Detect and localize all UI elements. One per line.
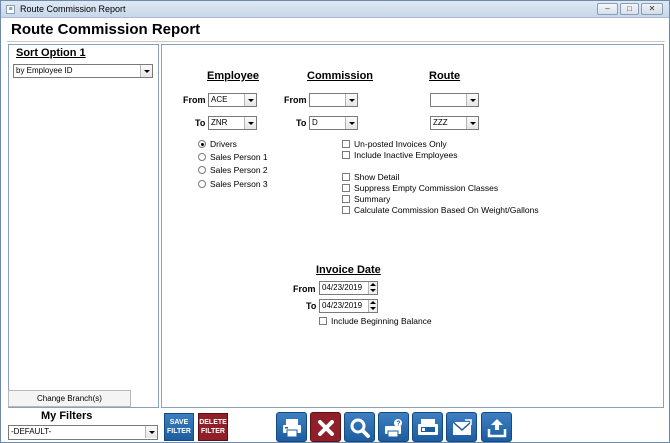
email-icon: [452, 419, 472, 435]
checkbox[interactable]: [342, 206, 350, 214]
chevron-down-icon[interactable]: [345, 94, 357, 106]
close-window-button[interactable]: ✕: [641, 3, 663, 15]
title-bar: ≡ Route Commission Report – □ ✕: [1, 1, 669, 18]
checkbox-label: Calculate Commission Based On Weight/Gal…: [354, 205, 539, 215]
export-icon: [487, 419, 507, 438]
route-to-value: ZZZ: [433, 118, 448, 127]
checkbox[interactable]: [342, 140, 350, 148]
radio-button[interactable]: [198, 180, 206, 188]
radio-button[interactable]: [198, 153, 206, 161]
cancel-button[interactable]: [310, 412, 341, 442]
email-button[interactable]: [446, 412, 477, 442]
print-setup-button[interactable]: ?: [378, 412, 409, 442]
invoice-to-label: To: [306, 301, 317, 311]
preview-button[interactable]: [344, 412, 375, 442]
checkbox-label: Suppress Empty Commission Classes: [354, 183, 499, 193]
fax-icon: [418, 419, 438, 435]
sort-option-select[interactable]: by Employee ID: [13, 64, 153, 78]
employee-from-value: ACE: [211, 95, 228, 104]
chevron-down-icon[interactable]: [140, 65, 152, 77]
commission-from-label: From: [284, 95, 307, 105]
svg-text:?: ?: [396, 421, 400, 428]
chevron-down-icon[interactable]: [466, 94, 478, 106]
sort-option-value: by Employee ID: [16, 66, 73, 75]
print-button[interactable]: [276, 412, 307, 442]
my-filters-select[interactable]: -DEFAULT-: [8, 425, 158, 440]
app-menu-icon[interactable]: ≡: [6, 5, 15, 14]
sort-option-title: Sort Option 1: [16, 47, 86, 59]
chevron-down-icon[interactable]: [345, 117, 357, 129]
search-icon: [350, 418, 370, 438]
date-spinner[interactable]: [368, 282, 377, 294]
radio-button[interactable]: [198, 140, 206, 148]
chevron-down-icon[interactable]: [244, 117, 256, 129]
date-spinner[interactable]: [368, 300, 377, 312]
print-preview-icon: ?: [385, 419, 402, 438]
my-filters-value: -DEFAULT-: [11, 427, 52, 436]
checkbox[interactable]: [342, 151, 350, 159]
close-icon: [318, 420, 334, 436]
chevron-down-icon[interactable]: [244, 94, 256, 106]
invoice-from-value: 04/23/2019: [322, 283, 363, 292]
employee-to-select[interactable]: ZNR: [208, 116, 257, 130]
invoice-to-value: 04/23/2019: [322, 301, 363, 310]
invoice-to-date[interactable]: 04/23/2019: [319, 299, 378, 313]
criteria-panel: Employee From ACE To ZNR Drivers Sales P…: [161, 44, 664, 408]
header-divider: [7, 41, 665, 42]
maximize-button[interactable]: □: [620, 3, 639, 15]
commission-title: Commission: [307, 70, 374, 82]
route-from-select[interactable]: [430, 93, 479, 107]
checkbox[interactable]: [342, 195, 350, 203]
checkbox-label: Summary: [354, 194, 391, 204]
radio-label: Drivers: [210, 139, 237, 149]
commission-to-select[interactable]: D: [309, 116, 358, 130]
employee-from-select[interactable]: ACE: [208, 93, 257, 107]
invoice-from-date[interactable]: 04/23/2019: [319, 281, 378, 295]
report-window: ≡ Route Commission Report – □ ✕ Route Co…: [0, 0, 670, 443]
delete-filter-label-1: DELETE: [199, 419, 227, 426]
radio-label: Sales Person 1: [210, 152, 268, 162]
checkbox-label: Include Beginning Balance: [331, 316, 432, 326]
commission-from-select[interactable]: [309, 93, 358, 107]
checkbox-label: Show Detail: [354, 172, 400, 182]
delete-filter-button[interactable]: DELETE FILTER: [198, 413, 228, 441]
save-filter-label-2: FILTER: [167, 428, 191, 435]
checkbox[interactable]: [319, 317, 327, 325]
radio-label: Sales Person 3: [210, 179, 268, 189]
my-filters-title: My Filters: [41, 410, 93, 422]
chevron-down-icon[interactable]: [145, 426, 157, 438]
page-title: Route Commission Report: [11, 21, 201, 38]
commission-to-label: To: [296, 118, 307, 128]
employee-to-label: To: [195, 118, 206, 128]
employee-title: Employee: [207, 70, 259, 82]
route-to-select[interactable]: ZZZ: [430, 116, 479, 130]
radio-button[interactable]: [198, 166, 206, 174]
change-branch-button[interactable]: Change Branch(s): [8, 390, 131, 407]
route-title: Route: [429, 70, 461, 82]
checkbox[interactable]: [342, 173, 350, 181]
window-title: Route Commission Report: [20, 4, 126, 14]
save-filter-button[interactable]: SAVE FILTER: [164, 413, 194, 441]
commission-to-value: D: [312, 118, 318, 127]
checkbox[interactable]: [342, 184, 350, 192]
employee-to-value: ZNR: [211, 118, 228, 127]
radio-label: Sales Person 2: [210, 165, 268, 175]
delete-filter-label-2: FILTER: [201, 428, 225, 435]
checkbox-label: Un-posted Invoices Only: [354, 139, 447, 149]
print-icon: [283, 419, 301, 438]
fax-button[interactable]: [412, 412, 443, 442]
save-filter-label-1: SAVE: [169, 419, 189, 426]
export-button[interactable]: [481, 412, 512, 442]
sort-panel: Sort Option 1 by Employee ID: [8, 44, 159, 408]
chevron-down-icon[interactable]: [466, 117, 478, 129]
invoice-date-title: Invoice Date: [316, 264, 381, 276]
invoice-from-label: From: [293, 284, 316, 294]
checkbox-label: Include Inactive Employees: [354, 150, 458, 160]
minimize-button[interactable]: –: [597, 3, 618, 15]
employee-from-label: From: [183, 95, 206, 105]
